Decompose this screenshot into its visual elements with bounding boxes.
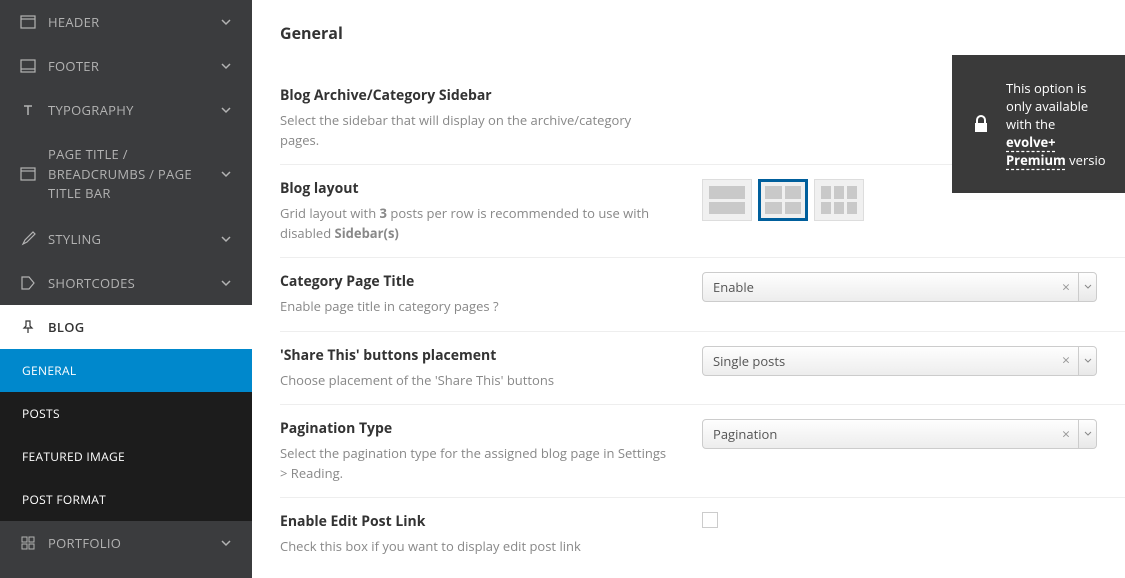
setting-pagetitle: Category Page Title Enable page title in… bbox=[280, 258, 1125, 332]
setting-desc: Select the sidebar that will display on … bbox=[280, 111, 672, 150]
sidebar-item-shortcodes[interactable]: SHORTCODES bbox=[0, 261, 252, 305]
share-select[interactable]: Single posts × bbox=[702, 346, 1097, 376]
chevron-down-icon bbox=[220, 277, 232, 289]
setting-desc: Check this box if you want to display ed… bbox=[280, 537, 672, 557]
sidebar-item-blog[interactable]: BLOG bbox=[0, 305, 252, 349]
sidebar-item-label: HEADER bbox=[48, 13, 220, 31]
brush-icon bbox=[20, 231, 36, 247]
chevron-down-icon bbox=[220, 168, 232, 180]
pagetitle-select[interactable]: Enable × bbox=[702, 272, 1097, 302]
text-icon bbox=[20, 102, 36, 118]
pagination-select[interactable]: Pagination × bbox=[702, 419, 1097, 449]
dropdown-arrow-icon[interactable] bbox=[1078, 273, 1096, 301]
sidebar: HEADER FOOTER TYPOGRAPHY PAGE TITLE / BR… bbox=[0, 0, 252, 578]
layout-option-2col[interactable] bbox=[758, 179, 808, 221]
sidebar-item-label: TYPOGRAPHY bbox=[48, 101, 220, 119]
setting-desc: Enable page title in category pages ? bbox=[280, 297, 672, 317]
sidebar-item-footer[interactable]: FOOTER bbox=[0, 44, 252, 88]
setting-title: Category Page Title bbox=[280, 272, 672, 291]
chevron-down-icon bbox=[220, 104, 232, 116]
page-title: General bbox=[280, 22, 1125, 44]
sidebar-subitem-general[interactable]: GENERAL bbox=[0, 349, 252, 392]
setting-desc: Grid layout with 3 posts per row is reco… bbox=[280, 204, 672, 243]
setting-title: Blog layout bbox=[280, 179, 672, 198]
sidebar-item-label: STYLING bbox=[48, 230, 220, 248]
window-icon bbox=[20, 58, 36, 74]
clear-icon[interactable]: × bbox=[1054, 351, 1078, 370]
premium-link[interactable]: evolve+ Premium bbox=[1006, 133, 1066, 169]
sidebar-item-label: FOOTER bbox=[48, 57, 220, 75]
setting-title: Pagination Type bbox=[280, 419, 672, 438]
chevron-down-icon bbox=[220, 233, 232, 245]
setting-pagination: Pagination Type Select the pagination ty… bbox=[280, 405, 1125, 498]
tag-icon bbox=[20, 275, 36, 291]
layout-option-1col[interactable] bbox=[702, 179, 752, 221]
main-panel: General This option is only available wi… bbox=[252, 0, 1125, 578]
clear-icon[interactable]: × bbox=[1054, 425, 1078, 444]
layout-option-3col[interactable] bbox=[814, 179, 864, 221]
select-value: Single posts bbox=[703, 352, 1054, 370]
setting-title: Enable Edit Post Link bbox=[280, 512, 672, 531]
sidebar-subitem-posts[interactable]: POSTS bbox=[0, 392, 252, 435]
select-value: Pagination bbox=[703, 425, 1054, 443]
setting-title: 'Share This' buttons placement bbox=[280, 346, 672, 365]
setting-desc: Select the pagination type for the assig… bbox=[280, 444, 672, 483]
dropdown-arrow-icon[interactable] bbox=[1078, 420, 1096, 448]
editlink-checkbox[interactable] bbox=[702, 512, 718, 528]
sidebar-item-header[interactable]: HEADER bbox=[0, 0, 252, 44]
sidebar-item-label: BLOG bbox=[48, 318, 232, 336]
lock-icon bbox=[970, 113, 992, 135]
sidebar-item-styling[interactable]: STYLING bbox=[0, 217, 252, 261]
sidebar-item-label: PORTFOLIO bbox=[48, 534, 220, 552]
select-value: Enable bbox=[703, 278, 1054, 296]
window-icon bbox=[20, 166, 36, 182]
sidebar-item-label: PAGE TITLE / BREADCRUMBS / PAGE TITLE BA… bbox=[48, 145, 220, 204]
dropdown-arrow-icon[interactable] bbox=[1078, 347, 1096, 375]
premium-notice: This option is only available with the e… bbox=[952, 55, 1125, 193]
sidebar-subitem-format[interactable]: POST FORMAT bbox=[0, 478, 252, 521]
sidebar-subitem-featured[interactable]: FEATURED IMAGE bbox=[0, 435, 252, 478]
setting-editlink: Enable Edit Post Link Check this box if … bbox=[280, 498, 1125, 571]
window-icon bbox=[20, 14, 36, 30]
grid-icon bbox=[20, 535, 36, 551]
chevron-down-icon bbox=[220, 60, 232, 72]
chevron-down-icon bbox=[220, 537, 232, 549]
setting-share: 'Share This' buttons placement Choose pl… bbox=[280, 332, 1125, 406]
setting-desc: Choose placement of the 'Share This' but… bbox=[280, 371, 672, 391]
sidebar-item-label: SHORTCODES bbox=[48, 274, 220, 292]
setting-title: Blog Archive/Category Sidebar bbox=[280, 86, 672, 105]
chevron-down-icon bbox=[220, 16, 232, 28]
clear-icon[interactable]: × bbox=[1054, 278, 1078, 297]
sidebar-item-typography[interactable]: TYPOGRAPHY bbox=[0, 88, 252, 132]
sidebar-item-pagetitle[interactable]: PAGE TITLE / BREADCRUMBS / PAGE TITLE BA… bbox=[0, 132, 252, 217]
sidebar-item-portfolio[interactable]: PORTFOLIO bbox=[0, 521, 252, 565]
premium-text: This option is only available with the e… bbox=[1006, 79, 1107, 169]
pin-icon bbox=[20, 319, 36, 335]
